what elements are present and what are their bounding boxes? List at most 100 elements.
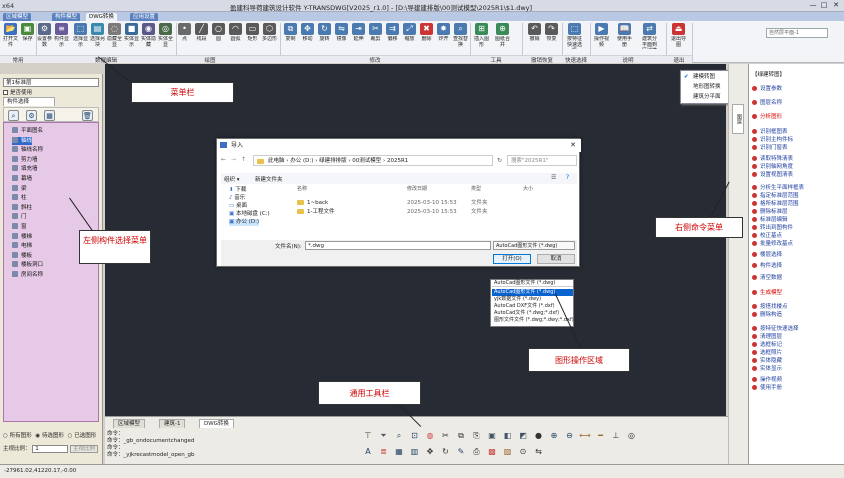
component-item[interactable]: 楼板洞口 <box>12 261 43 269</box>
command-item[interactable]: 批量修改基点 <box>752 241 793 247</box>
component-item[interactable]: 柱 <box>12 194 27 202</box>
ribbon-button-show-all[interactable]: ◎ 实体全显 <box>157 23 174 48</box>
back-arrow-icon[interactable]: ← <box>221 156 226 163</box>
component-item[interactable]: 剪力墙 <box>12 155 38 164</box>
command-item[interactable]: 校正基点 <box>752 233 782 239</box>
ribbon-button-move[interactable]: ✥ 移动 <box>299 23 316 42</box>
filetype-dropdown-header[interactable]: AutoCad图形文件 (*.dwg) <box>492 280 573 287</box>
align-icon[interactable]: ⇆ <box>533 446 545 458</box>
snap-icon[interactable]: ⊙ <box>517 446 529 458</box>
component-item[interactable]: 斜柱 <box>12 203 32 212</box>
breadcrumb[interactable]: 此电脑 › 办公 (D:) › 绿建排排版 › 00测试模型 › 2025R1 <box>253 155 493 166</box>
command-item[interactable]: 指定标准层范围 <box>752 193 799 199</box>
paste-icon[interactable]: ⎘ <box>471 430 483 442</box>
ribbon-button-find[interactable]: ⌕ 查找替换 <box>452 23 469 48</box>
new-folder-button[interactable]: 新建文件夹 <box>255 175 283 183</box>
ribbon-button-insert[interactable]: ⊞ 插入图形 <box>473 23 490 48</box>
command-item[interactable]: 格所标准层范围 <box>752 201 799 207</box>
radio-pending[interactable]: ◉ 待选图形 <box>35 433 64 439</box>
command-item[interactable]: 构件选择 <box>752 263 782 269</box>
view-combo[interactable]: 自然层平面-1 <box>766 28 828 38</box>
forward-arrow-icon[interactable]: → <box>231 156 236 163</box>
ribbon-button-layers[interactable]: ≡ 构件显示 <box>53 23 70 48</box>
command-item[interactable]: 按特征快速选择 <box>752 326 799 332</box>
command-item[interactable]: 清空数据 <box>752 275 782 281</box>
command-item[interactable]: 分析图形 <box>752 114 782 120</box>
component-item[interactable]: 梁 <box>12 184 27 193</box>
tab-dwg-convert[interactable]: DWG转换 <box>86 13 117 21</box>
nav-item[interactable]: ▣ 办公 (D:) <box>229 219 260 226</box>
column-header-name[interactable]: 名称 <box>297 186 307 192</box>
command-item[interactable]: 清理图层 <box>752 334 782 340</box>
ribbon-button-polygon[interactable]: ⬡ 多边形 <box>261 23 278 42</box>
ribbon-button-delete[interactable]: ✖ 删除 <box>418 23 435 42</box>
view-dropdown-item[interactable]: 地形图转换 <box>693 83 721 91</box>
column-header-size[interactable]: 大小 <box>523 186 533 192</box>
search-input[interactable]: 搜索"2025R1" <box>507 155 577 166</box>
ribbon-button-line[interactable]: ╱ 线段 <box>193 23 210 42</box>
chart-icon[interactable]: ▥ <box>409 446 421 458</box>
command-item[interactable]: 识别轴网角度 <box>752 164 793 170</box>
compass-icon[interactable]: ◎ <box>626 430 638 442</box>
component-select-tab[interactable]: 构件选择 <box>3 97 55 106</box>
command-item[interactable]: 识别主构件标 <box>752 137 793 143</box>
ribbon-button-mirror[interactable]: ⇋ 镜像 <box>333 23 350 42</box>
measure-icon[interactable]: ⟷ <box>579 430 591 442</box>
command-item[interactable]: 楼层选择 <box>752 252 782 258</box>
bottom-tab-building-1[interactable]: 建筑-1 <box>159 419 186 428</box>
search-icon[interactable]: ⌕ <box>8 110 19 121</box>
component-item[interactable]: 平面图名 <box>12 127 43 135</box>
ribbon-button-folder-open[interactable]: 📂 打开文件 <box>2 23 19 48</box>
command-item[interactable]: 标准层编辑 <box>752 217 788 223</box>
component-item[interactable]: 窗 <box>12 223 27 231</box>
move-icon[interactable]: ✥ <box>424 446 436 458</box>
cut-icon[interactable]: ✂ <box>440 430 452 442</box>
floor-combo[interactable]: 第1标准层 <box>3 78 99 87</box>
copy-icon[interactable]: ⧉ <box>455 430 467 442</box>
hatch-icon[interactable]: ▨ <box>502 446 514 458</box>
refresh-icon[interactable]: ↻ <box>497 157 502 164</box>
command-item[interactable]: 选框标记 <box>752 342 782 348</box>
view-icon[interactable]: ◩ <box>517 430 529 442</box>
ribbon-button-trim[interactable]: ✂ 裁剪 <box>367 23 384 42</box>
help-icon[interactable]: ? <box>566 174 569 181</box>
command-item[interactable]: 识别框图表 <box>752 129 788 135</box>
cube-icon[interactable]: ▣ <box>486 430 498 442</box>
tab-area-model[interactable]: 区域模型 <box>3 13 32 21</box>
axis-icon[interactable]: ⊥ <box>610 430 622 442</box>
ribbon-button-manual[interactable]: 📖 使用手册 <box>616 23 633 48</box>
close-button[interactable]: ✕ <box>831 1 841 10</box>
open-button[interactable]: 打开(O) <box>493 254 531 264</box>
component-item[interactable]: 房间名称 <box>12 271 43 279</box>
component-item[interactable]: 填充墙 <box>12 165 38 173</box>
ribbon-button-offset[interactable]: ⇉ 偏移 <box>384 23 401 42</box>
side-tab[interactable]: 图层 <box>732 104 744 134</box>
ribbon-button-undo[interactable]: ↶ 撤销 <box>526 23 543 42</box>
up-arrow-icon[interactable]: ↑ <box>241 156 246 163</box>
ratio-input[interactable]: 1 <box>32 445 69 453</box>
column-header-type[interactable]: 类型 <box>471 186 481 192</box>
ribbon-button-settings[interactable]: ⚙ 设置参数 <box>36 23 53 48</box>
funnel-icon[interactable]: ⏷ <box>378 430 390 442</box>
column-header-date[interactable]: 修改日期 <box>407 186 427 192</box>
zoom-out-icon[interactable]: ⊖ <box>564 430 576 442</box>
component-item[interactable]: 楼梯 <box>12 232 32 241</box>
layer-icon[interactable]: ≣ <box>378 446 390 458</box>
file-row[interactable]: 1-工程文件 2025-03-10 15:53 文件夹 <box>297 209 567 216</box>
component-item[interactable]: 轴线名称 <box>12 146 43 154</box>
print-icon[interactable]: ⎙ <box>471 446 483 458</box>
radio-all[interactable]: ○ 所有图形 <box>3 433 32 439</box>
command-item[interactable]: 设置参数 <box>752 86 782 92</box>
component-item[interactable]: 轴线 <box>12 136 33 145</box>
close-icon[interactable]: ✕ <box>570 139 576 152</box>
box-icon[interactable]: ◧ <box>502 430 514 442</box>
ribbon-button-copy[interactable]: ⧉ 复制 <box>282 23 299 42</box>
ribbon-button-arc[interactable]: ◠ 圆弧 <box>227 23 244 42</box>
file-row[interactable]: 1~back 2025-03-10 15:53 文件夹 <box>297 200 567 207</box>
ribbon-button-scale[interactable]: ⤢ 缩放 <box>401 23 418 42</box>
bottom-tab-dwg-convert[interactable]: DWG转换 <box>199 419 234 428</box>
zoom-icon[interactable]: ⌕ <box>393 430 405 442</box>
ribbon-button-convert[interactable]: ⇄建筑分平面到区域模型手份 <box>641 23 658 49</box>
tab-component-model[interactable]: 构件模型 <box>52 13 81 21</box>
ribbon-button-redo[interactable]: ↷ 恢复 <box>543 23 560 42</box>
